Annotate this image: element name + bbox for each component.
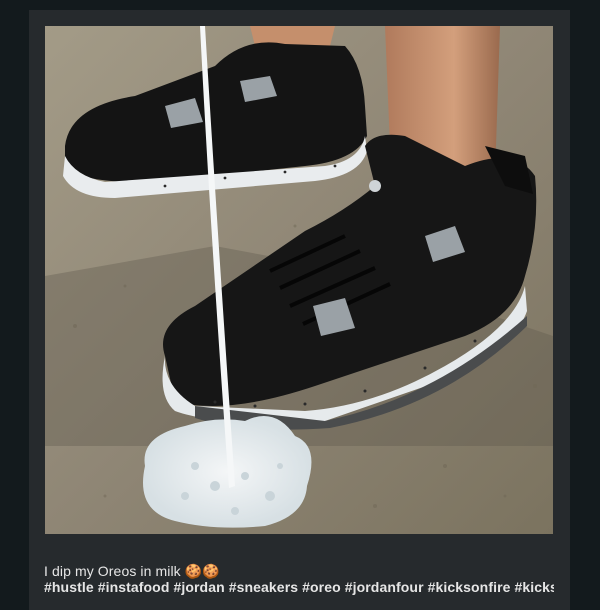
sneakers-photo-illustration: [45, 26, 553, 534]
cookie-emoji: 🍪🍪: [184, 563, 220, 579]
post-photo[interactable]: [45, 26, 553, 534]
caption-line: I dip my Oreos in milk 🍪🍪: [44, 563, 554, 579]
caption-text: I dip my Oreos in milk: [44, 563, 181, 579]
post-caption: I dip my Oreos in milk 🍪🍪 #hustle #insta…: [44, 563, 554, 595]
caption-hashtags[interactable]: #hustle #instafood #jordan #sneakers #or…: [44, 579, 554, 595]
